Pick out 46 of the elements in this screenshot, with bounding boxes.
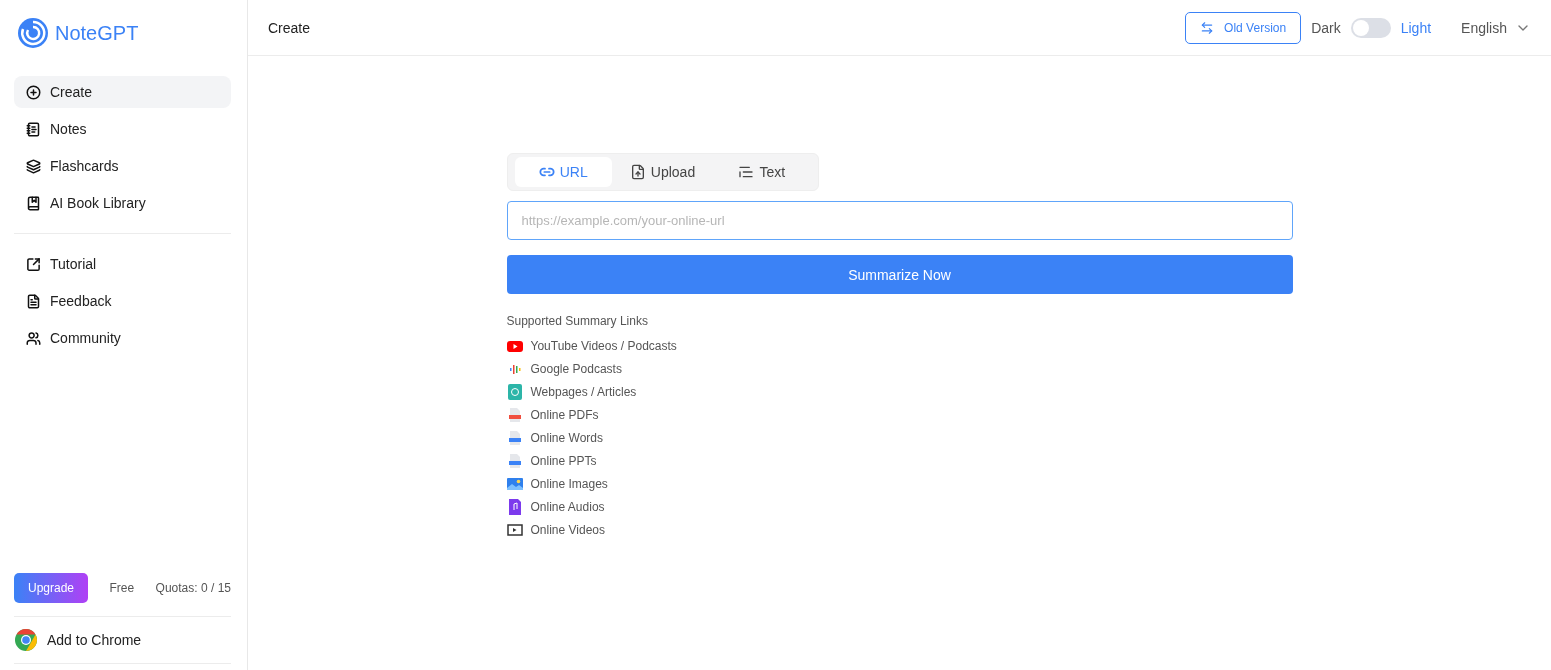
nav-item[interactable]: Tutorial (14, 248, 231, 280)
url-input-field[interactable]: https://example.com/your-online-url (506, 201, 1293, 240)
nav-item[interactable]: Notes (14, 113, 231, 145)
book-icon (26, 195, 41, 211)
supported-link-label: Online PPTs (530, 454, 597, 468)
nav-item[interactable]: Flashcards (14, 150, 231, 182)
supported-link-label: Online PDFs (530, 408, 599, 422)
supported-link-label: Online Images (530, 477, 608, 491)
supported-link-label: YouTube Videos / Podcasts (530, 339, 677, 353)
image-icon (506, 476, 523, 492)
swap-arrows-icon (1200, 20, 1215, 35)
source-tab[interactable]: URL (514, 157, 612, 187)
plus-circle-icon (26, 84, 41, 100)
notebook-icon (26, 121, 41, 137)
supported-link-label: Online Audios (530, 500, 605, 514)
supported-link-label: Online Words (530, 431, 603, 445)
file-upload-icon (629, 164, 646, 180)
plan-label: Free (109, 581, 135, 595)
add-to-chrome-link[interactable]: Add to Chrome (14, 617, 231, 663)
source-tab[interactable]: Text (713, 157, 811, 187)
light-label: Light (1400, 19, 1432, 36)
language-dropdown[interactable]: English (1455, 18, 1537, 37)
browser-logo-icon (14, 628, 38, 652)
dark-label: Dark (1311, 19, 1341, 36)
people-icon (26, 330, 41, 346)
upgrade-button[interactable]: Upgrade (14, 573, 88, 603)
summarize-button[interactable]: Summarize Now (506, 255, 1293, 294)
nav-item[interactable]: Feedback (14, 285, 231, 317)
page-title: Create (268, 19, 312, 36)
supported-link-label: Online Videos (530, 523, 605, 537)
brand-name: NoteGPT (55, 21, 139, 45)
old-version-button[interactable]: Old Version (1185, 11, 1302, 44)
nav-item[interactable]: Community (14, 322, 231, 354)
supported-link-label: Google Podcasts (530, 362, 622, 376)
text-lines-icon (738, 164, 755, 180)
source-tab[interactable]: Upload (613, 157, 712, 187)
theme-toggle[interactable] (1350, 17, 1391, 38)
film-icon (506, 522, 523, 538)
supported-link-label: Webpages / Articles (530, 385, 637, 399)
document-icon (26, 293, 41, 309)
nav-item[interactable]: Create (14, 76, 231, 108)
quota-text: Quotas: 0 / 15 (155, 581, 231, 595)
nav-item[interactable]: AI Book Library (14, 187, 231, 219)
play-logo-icon (506, 338, 523, 354)
external-link-icon (26, 256, 41, 272)
supported-links-heading: Supported Summary Links (506, 314, 649, 328)
